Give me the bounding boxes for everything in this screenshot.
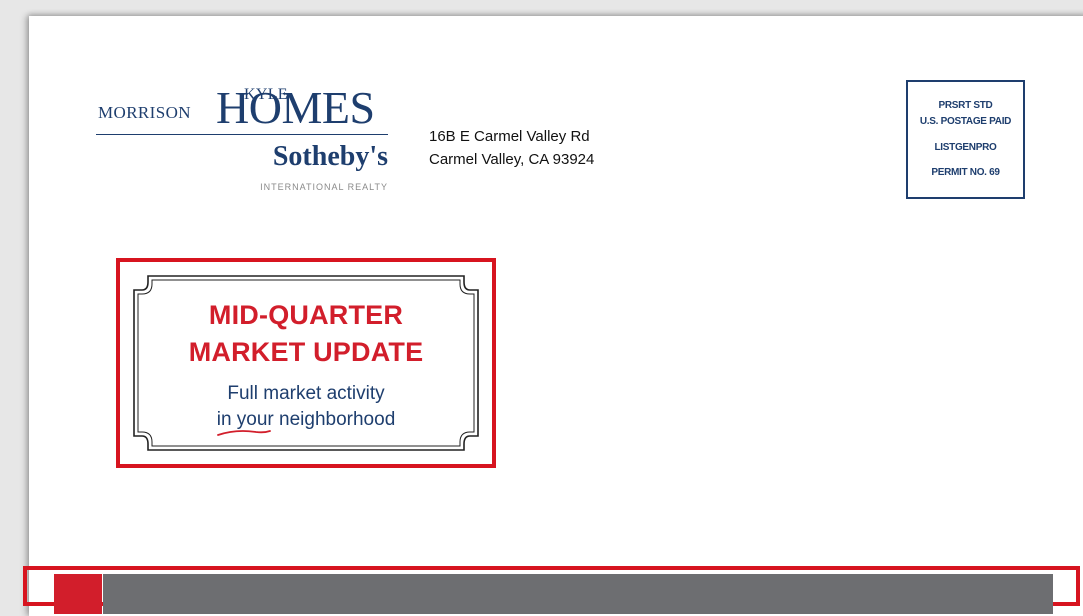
bottom-accent-block xyxy=(54,574,102,614)
callout-headline-2: MARKET UPDATE xyxy=(188,337,424,367)
address-street: 16B E Carmel Valley Rd xyxy=(429,128,590,145)
callout-headline-1: MID-QUARTER xyxy=(208,300,404,330)
postage-line-2: U.S. POSTAGE PAID xyxy=(919,116,1012,127)
handwritten-underline xyxy=(217,430,271,436)
address-city: Carmel Valley, CA 93924 xyxy=(429,151,595,168)
company-logo: KYLE MORRISON HOMES Sotheby's INTERNATIO… xyxy=(96,82,390,196)
postage-line-3: LISTGENPRO xyxy=(934,142,997,153)
logo-brand-subtitle: INTERNATIONAL REALTY xyxy=(260,182,388,192)
postage-line-1: PRSRT STD xyxy=(938,100,993,111)
logo-morrison-text: MORRISON xyxy=(98,103,191,122)
bottom-gray-banner xyxy=(103,574,1053,614)
postage-indicia: PRSRT STD U.S. POSTAGE PAID LISTGENPRO P… xyxy=(906,80,1025,199)
callout-subline-2: in your neighborhood xyxy=(216,409,396,430)
bottom-highlight-box xyxy=(23,566,1080,614)
postage-line-4: PERMIT NO. 69 xyxy=(931,167,1000,178)
callout-subline-1: Full market activity xyxy=(227,383,385,404)
logo-homes-text: HOMES xyxy=(216,82,375,133)
market-update-callout: MID-QUARTER MARKET UPDATE Full market ac… xyxy=(116,258,496,468)
logo-divider xyxy=(96,134,388,135)
return-address: 16B E Carmel Valley Rd Carmel Valley, CA… xyxy=(429,125,594,171)
logo-brand-text: Sotheby's xyxy=(272,141,388,172)
